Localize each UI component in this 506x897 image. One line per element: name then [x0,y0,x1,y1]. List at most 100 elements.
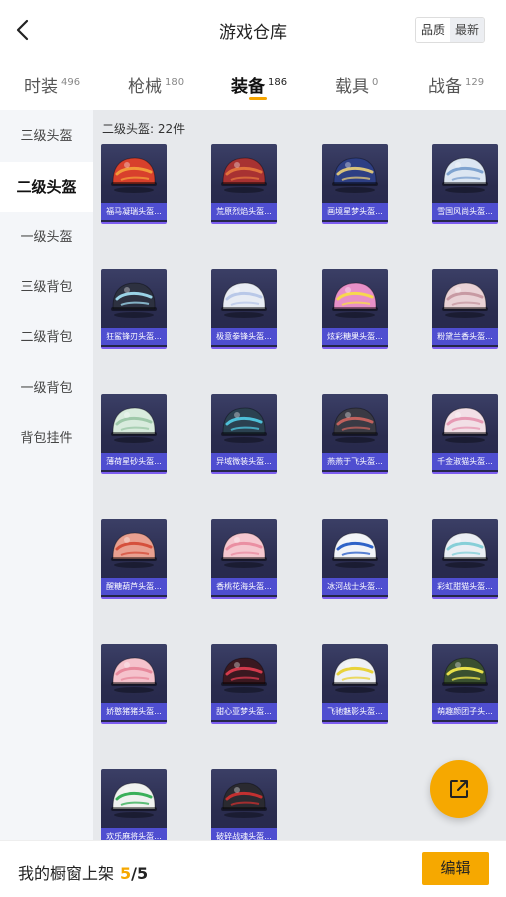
item-card[interactable]: 异域微装头盔... [211,394,277,474]
helmet-icon [442,282,488,318]
helmet-icon [221,407,267,443]
item-card-label: 极意拳锋头盔... [211,328,277,345]
tab-label: 战备 [428,77,462,97]
item-card[interactable]: 极意拳锋头盔... [211,269,277,349]
helmet-icon [442,657,488,693]
sidebar-item-level3-helmet[interactable]: 三级头盔 [0,112,93,162]
item-card-label: 破碎战魂头盔... [211,828,277,840]
helmet-icon [332,407,378,443]
grid-heading: 二级头盔: 22件 [102,122,186,136]
tab-count: 180 [165,77,185,88]
shelf-current-count: 5 [120,864,132,883]
helmet-icon [221,782,267,818]
item-card[interactable]: 萌趣颜团子头... [432,644,498,724]
item-card-label: 香桃花海头盔... [211,578,277,595]
item-card-label: 画境星梦头盔... [322,203,388,220]
item-card[interactable]: 欢乐麻将头盔... [101,769,167,840]
helmet-icon [442,157,488,193]
helmet-icon [111,157,157,193]
item-card[interactable]: 香桃花海头盔... [211,519,277,599]
tab-count: 129 [465,77,485,88]
item-card-label: 福马凝瑞头盔... [101,203,167,220]
item-card-label: 萌趣颜团子头... [432,703,498,720]
item-card[interactable]: 千金淑猫头盔... [432,394,498,474]
share-button[interactable] [430,760,488,818]
sort-quality-button[interactable]: 品质 [416,18,451,42]
category-tabs: 时装 496 枪械 180 装备 186 载具 0 战备 129 [0,64,506,108]
warehouse-screen: 游戏仓库 品质 最新 时装 496 枪械 180 装备 186 载具 0 战备 129 三… [0,0,506,897]
item-card[interactable]: 炫彩糖果头盔... [322,269,388,349]
sidebar-item-level3-backpack[interactable]: 三级背包 [0,263,93,313]
item-card[interactable]: 娇憨猪猪头盔... [101,644,167,724]
tab-guns[interactable]: 枪械 180 [128,72,184,97]
helmet-icon [332,657,378,693]
sidebar-item-level2-backpack[interactable]: 二级背包 [0,313,93,363]
tab-label: 装备 [231,77,265,97]
item-card[interactable]: 醒糖葫芦头盔... [101,519,167,599]
sidebar-item-level1-helmet[interactable]: 一级头盔 [0,213,93,263]
item-card[interactable]: 雪国风尚头盔... [432,144,498,224]
item-card-label: 冰河战士头盔... [322,578,388,595]
item-card-label: 醒糖葫芦头盔... [101,578,167,595]
active-tab-indicator [249,97,267,100]
shelf-status: 我的橱窗上架 5/5 [18,860,148,884]
item-card[interactable]: 破碎战魂头盔... [211,769,277,840]
item-card-label: 狂鲨锋刃头盔... [101,328,167,345]
tab-label: 载具 [335,77,369,97]
header: 游戏仓库 品质 最新 [0,0,506,62]
tab-equipment[interactable]: 装备 186 [231,72,287,97]
item-card[interactable]: 画境星梦头盔... [322,144,388,224]
tab-label: 枪械 [128,77,162,97]
helmet-icon [442,532,488,568]
tab-fashion[interactable]: 时装 496 [24,72,80,97]
item-card-label: 飞驰魅影头盔... [322,703,388,720]
item-card[interactable]: 薄荷星砂头盔... [101,394,167,474]
item-card[interactable]: 彩虹甜猫头盔... [432,519,498,599]
item-card[interactable]: 福马凝瑞头盔... [101,144,167,224]
sort-toggle: 品质 最新 [415,17,486,43]
tab-count: 496 [61,77,81,88]
helmet-icon [221,532,267,568]
helmet-icon [111,657,157,693]
helmet-icon [221,282,267,318]
item-card[interactable]: 粉黛兰香头盔... [432,269,498,349]
item-card[interactable]: 甜心亚梦头盔... [211,644,277,724]
item-card-label: 彩虹甜猫头盔... [432,578,498,595]
tab-battle-gear[interactable]: 战备 129 [428,72,484,97]
item-card-label: 娇憨猪猪头盔... [101,703,167,720]
item-card-label: 千金淑猫头盔... [432,453,498,470]
helmet-icon [221,657,267,693]
helmet-icon [332,157,378,193]
tab-count: 186 [268,77,288,88]
share-external-icon [450,780,468,798]
item-card-label: 甜心亚梦头盔... [211,703,277,720]
bottom-bar: 我的橱窗上架 5/5 编辑 [0,840,506,897]
item-card[interactable]: 狂鲨锋刃头盔... [101,269,167,349]
sort-newest-button[interactable]: 最新 [450,18,485,42]
tab-count: 0 [372,77,379,88]
helmet-icon [111,782,157,818]
item-card[interactable]: 燕燕于飞头盔... [322,394,388,474]
item-card-label: 雪国风尚头盔... [432,203,498,220]
item-card[interactable]: 冰河战士头盔... [322,519,388,599]
helmet-icon [442,407,488,443]
edit-button[interactable]: 编辑 [422,852,489,885]
sidebar-item-level2-helmet[interactable]: 二级头盔 [0,162,93,212]
item-card-label: 燕燕于飞头盔... [322,453,388,470]
item-card[interactable]: 荒原烈焰头盔... [211,144,277,224]
item-card-label: 薄荷星砂头盔... [101,453,167,470]
helmet-icon [111,282,157,318]
item-card-label: 粉黛兰香头盔... [432,328,498,345]
helmet-icon [221,157,267,193]
item-card[interactable]: 飞驰魅影头盔... [322,644,388,724]
item-card-label: 荒原烈焰头盔... [211,203,277,220]
tab-label: 时装 [24,77,58,97]
shelf-total-count: /5 [131,864,149,883]
sidebar-item-level1-backpack[interactable]: 一级背包 [0,364,93,414]
sidebar-item-backpack-charm[interactable]: 背包挂件 [0,414,93,464]
helmet-icon [332,282,378,318]
helmet-icon [111,532,157,568]
tab-vehicles[interactable]: 载具 0 [335,72,378,97]
helmet-icon [111,407,157,443]
item-grid: 二级头盔: 22件 福马凝瑞头盔... 荒原烈焰头盔... 画境星梦头盔... 雪国风… [93,110,506,840]
